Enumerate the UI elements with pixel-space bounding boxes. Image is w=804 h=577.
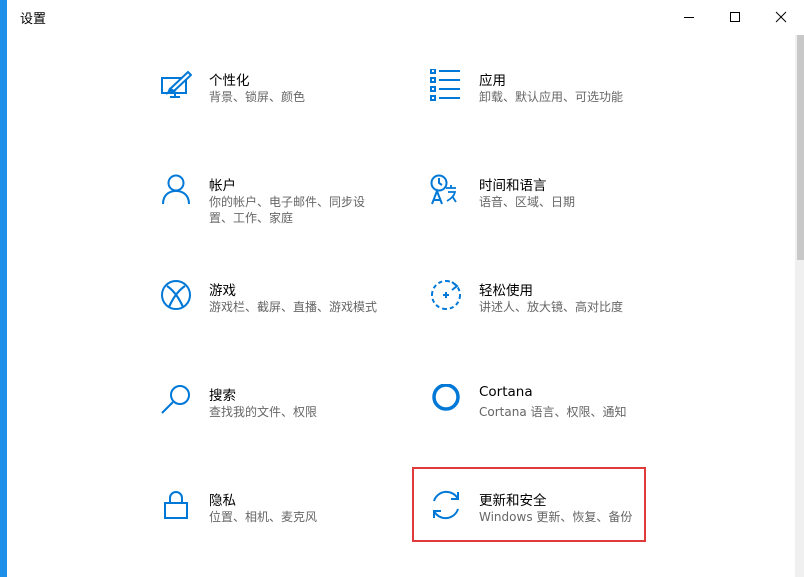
apps-icon xyxy=(430,69,460,101)
tile-apps[interactable]: 应用 卸载、默认应用、可选功能 xyxy=(430,69,670,139)
window-title: 设置 xyxy=(20,12,47,27)
tile-search[interactable]: 搜索 查找我的文件、权限 xyxy=(160,384,400,454)
tile-description-line: 置、工作、家庭 xyxy=(209,211,294,225)
tile-title: Cortana xyxy=(479,384,533,400)
tile-description: Cortana 语言、权限、通知 xyxy=(479,405,627,419)
tile-description: 你的帐户、电子邮件、同步设 置、工作、家庭 xyxy=(209,194,365,226)
minimize-button[interactable] xyxy=(666,0,712,34)
tile-title: 搜索 xyxy=(209,388,236,404)
tile-title: 个性化 xyxy=(209,73,250,89)
close-icon xyxy=(775,11,787,23)
cortana-icon xyxy=(432,384,460,411)
tile-description-line: 你的帐户、电子邮件、同步设 xyxy=(209,195,366,209)
tile-personalization[interactable]: 个性化 背景、锁屏、颜色 xyxy=(160,69,400,139)
scrollbar-thumb[interactable] xyxy=(797,35,804,260)
tile-title: 帐户 xyxy=(209,178,236,194)
tile-description: 语音、区域、日期 xyxy=(479,195,576,209)
tile-title: 游戏 xyxy=(209,283,236,299)
tile-title: 轻松使用 xyxy=(479,283,533,299)
time-language-icon xyxy=(430,174,457,205)
tile-ease-of-access[interactable]: 轻松使用 讲述人、放大镜、高对比度 xyxy=(430,279,670,349)
tile-title: 时间和语言 xyxy=(479,178,547,194)
personalization-icon xyxy=(161,70,192,98)
xbox-icon xyxy=(161,280,191,310)
tile-title: 应用 xyxy=(479,73,506,89)
account-icon xyxy=(162,174,190,205)
tile-accounts[interactable]: 帐户 你的帐户、电子邮件、同步设 置、工作、家庭 xyxy=(160,174,400,244)
tile-gaming[interactable]: 游戏 游戏栏、截屏、直播、游戏模式 xyxy=(160,279,400,349)
maximize-button[interactable] xyxy=(712,0,758,34)
ease-of-access-icon xyxy=(431,280,461,310)
highlight-box xyxy=(412,467,646,542)
window-left-edge xyxy=(0,0,7,577)
tile-privacy[interactable]: 隐私 位置、相机、麦克风 xyxy=(160,489,400,559)
lock-icon xyxy=(164,491,188,519)
tile-description: 背景、锁屏、颜色 xyxy=(209,90,306,104)
maximize-icon xyxy=(730,12,740,22)
tile-time-language[interactable]: 时间和语言 语音、区域、日期 xyxy=(430,174,670,244)
close-button[interactable] xyxy=(758,0,804,34)
minimize-icon xyxy=(684,17,694,18)
tile-description: 位置、相机、麦克风 xyxy=(209,510,318,524)
tile-description: 讲述人、放大镜、高对比度 xyxy=(479,300,624,314)
search-icon xyxy=(161,385,190,414)
tile-description: 游戏栏、截屏、直播、游戏模式 xyxy=(209,300,378,314)
tile-description: 查找我的文件、权限 xyxy=(209,405,318,419)
tile-cortana[interactable]: Cortana Cortana 语言、权限、通知 xyxy=(430,384,670,454)
title-bar[interactable]: 设置 xyxy=(7,0,804,34)
tile-title: 隐私 xyxy=(209,493,236,509)
tile-description: 卸载、默认应用、可选功能 xyxy=(479,90,624,104)
